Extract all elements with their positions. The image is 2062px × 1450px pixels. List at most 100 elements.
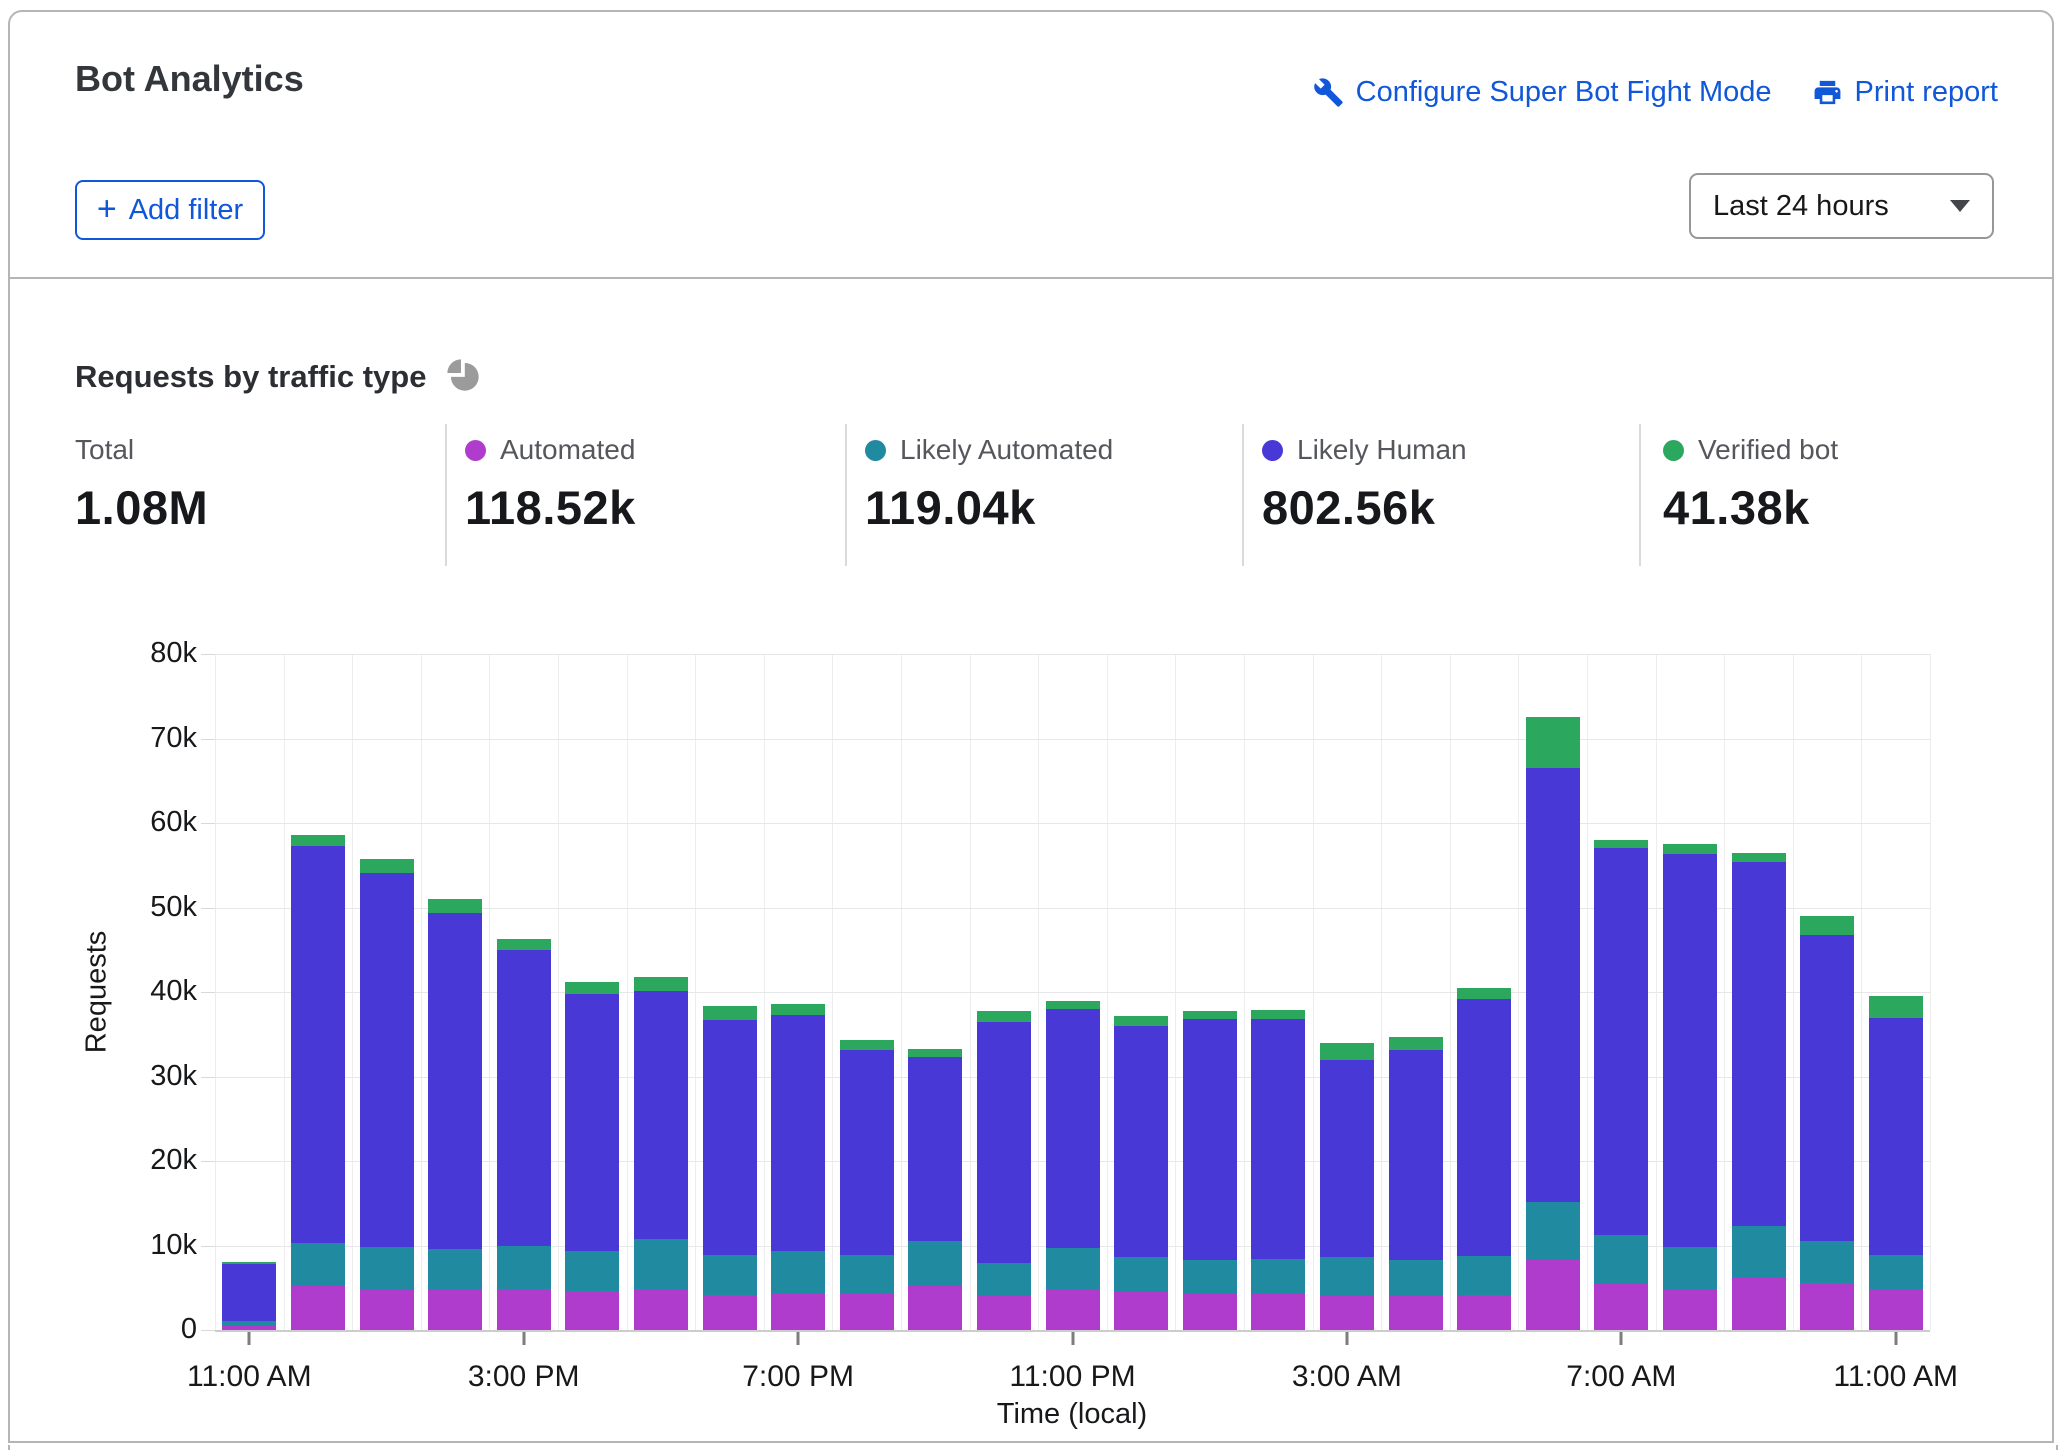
likely-automated-legend-dot xyxy=(865,440,886,461)
bar-segment-automated xyxy=(1594,1284,1648,1330)
horizontal-gridline xyxy=(215,823,1930,824)
stat-automated-label: Automated xyxy=(500,434,635,466)
y-axis-label: 50k xyxy=(47,891,197,924)
bar-segment-verified-bot xyxy=(1800,916,1854,935)
bar-1100am xyxy=(1869,996,1923,1330)
bar-segment-automated xyxy=(1457,1295,1511,1331)
bar-800pm xyxy=(840,1040,894,1330)
header-divider xyxy=(9,277,2053,279)
y-axis-tick xyxy=(201,739,215,740)
bar-100pm xyxy=(360,859,414,1330)
y-axis-tick xyxy=(201,908,215,909)
bar-segment-automated xyxy=(1869,1290,1923,1330)
x-axis-label: 7:00 PM xyxy=(742,1360,854,1394)
plot-area: 010k20k30k40k50k60k70k80k11:00 AM3:00 PM… xyxy=(215,654,1930,1330)
bar-segment-verified-bot xyxy=(908,1049,962,1057)
stat-divider xyxy=(1639,424,1641,566)
bar-segment-likely-automated xyxy=(1046,1248,1100,1289)
bar-segment-likely-automated xyxy=(1114,1257,1168,1292)
y-axis-label: 70k xyxy=(47,722,197,755)
vertical-gridline xyxy=(1930,654,1931,1330)
stat-verified-bot-label: Verified bot xyxy=(1698,434,1838,466)
bar-200am xyxy=(1251,1010,1305,1330)
y-axis-label: 0 xyxy=(47,1313,197,1346)
bar-700am xyxy=(1594,840,1648,1330)
bar-segment-verified-bot xyxy=(703,1006,757,1020)
bar-segment-verified-bot xyxy=(1320,1043,1374,1060)
y-axis-tick xyxy=(201,654,215,655)
bar-segment-likely-human xyxy=(1046,1009,1100,1248)
x-axis-tick xyxy=(522,1332,525,1345)
bar-segment-likely-human xyxy=(1594,848,1648,1235)
bar-segment-likely-human xyxy=(771,1015,825,1251)
bar-segment-likely-automated xyxy=(1320,1257,1374,1296)
header-actions: Configure Super Bot Fight Mode Print rep… xyxy=(1313,76,1998,109)
stat-likely-automated-value: 119.04k xyxy=(865,480,1113,535)
configure-super-bot-fight-mode-link[interactable]: Configure Super Bot Fight Mode xyxy=(1313,76,1772,109)
stat-automated-value: 118.52k xyxy=(465,480,636,535)
print-report-link[interactable]: Print report xyxy=(1812,76,1998,109)
bar-segment-likely-automated xyxy=(977,1263,1031,1296)
bar-400am xyxy=(1389,1037,1443,1330)
bar-900pm xyxy=(908,1049,962,1330)
bar-segment-automated xyxy=(1663,1289,1717,1330)
bar-segment-automated xyxy=(360,1290,414,1330)
stat-total-value: 1.08M xyxy=(75,480,208,535)
horizontal-gridline xyxy=(215,654,1930,655)
bar-segment-likely-human xyxy=(1800,935,1854,1242)
y-axis-label: 40k xyxy=(47,975,197,1008)
bar-segment-likely-automated xyxy=(1800,1241,1854,1282)
bar-segment-likely-human xyxy=(428,913,482,1249)
bar-segment-likely-human xyxy=(1457,999,1511,1256)
x-axis-line xyxy=(215,1330,1930,1332)
bar-segment-automated xyxy=(703,1295,757,1331)
stat-divider xyxy=(445,424,447,566)
pie-chart-icon xyxy=(444,356,481,398)
stat-total: Total 1.08M xyxy=(75,432,208,535)
bar-segment-likely-automated xyxy=(1663,1247,1717,1288)
bar-1200am xyxy=(1114,1016,1168,1330)
y-axis-label: 20k xyxy=(47,1144,197,1177)
bar-segment-verified-bot xyxy=(497,939,551,950)
bar-segment-likely-automated xyxy=(634,1239,688,1290)
bar-segment-automated xyxy=(1732,1277,1786,1330)
bar-segment-verified-bot xyxy=(291,835,345,846)
bar-segment-verified-bot xyxy=(1046,1001,1100,1009)
x-axis-tick xyxy=(248,1332,251,1345)
bar-segment-likely-automated xyxy=(908,1241,962,1286)
verified-bot-legend-dot xyxy=(1663,440,1684,461)
next-card-top-edge xyxy=(8,1445,2058,1450)
x-axis-title: Time (local) xyxy=(997,1398,1147,1431)
bar-segment-automated xyxy=(1114,1292,1168,1330)
bar-segment-likely-automated xyxy=(703,1255,757,1295)
y-axis-tick xyxy=(201,1246,215,1247)
section-title: Requests by traffic type xyxy=(75,359,426,395)
bar-segment-automated xyxy=(497,1289,551,1330)
bar-1000pm xyxy=(977,1011,1031,1330)
bar-segment-likely-automated xyxy=(771,1251,825,1293)
y-axis-tick xyxy=(201,1330,215,1331)
bar-segment-likely-human xyxy=(1389,1050,1443,1260)
plus-icon: + xyxy=(97,192,117,226)
bar-segment-automated xyxy=(1183,1294,1237,1330)
likely-human-legend-dot xyxy=(1262,440,1283,461)
bar-segment-verified-bot xyxy=(977,1011,1031,1022)
bar-100am xyxy=(1183,1011,1237,1330)
bar-segment-likely-human xyxy=(977,1022,1031,1264)
bar-segment-likely-human xyxy=(1183,1019,1237,1260)
y-axis-label: 80k xyxy=(47,637,197,670)
bar-200pm xyxy=(428,899,482,1330)
y-axis-tick xyxy=(201,1077,215,1078)
page-title: Bot Analytics xyxy=(75,58,304,100)
bar-segment-likely-human xyxy=(1526,768,1580,1202)
automated-legend-dot xyxy=(465,440,486,461)
bar-segment-automated xyxy=(634,1289,688,1330)
add-filter-button[interactable]: + Add filter xyxy=(75,180,265,240)
bar-segment-verified-bot xyxy=(565,982,619,994)
stat-likely-human: Likely Human 802.56k xyxy=(1262,432,1467,535)
bar-segment-verified-bot xyxy=(1251,1010,1305,1019)
bar-segment-verified-bot xyxy=(771,1004,825,1015)
bar-segment-likely-automated xyxy=(1457,1256,1511,1295)
x-axis-tick xyxy=(1894,1332,1897,1345)
time-range-dropdown[interactable]: Last 24 hours xyxy=(1689,173,1994,239)
